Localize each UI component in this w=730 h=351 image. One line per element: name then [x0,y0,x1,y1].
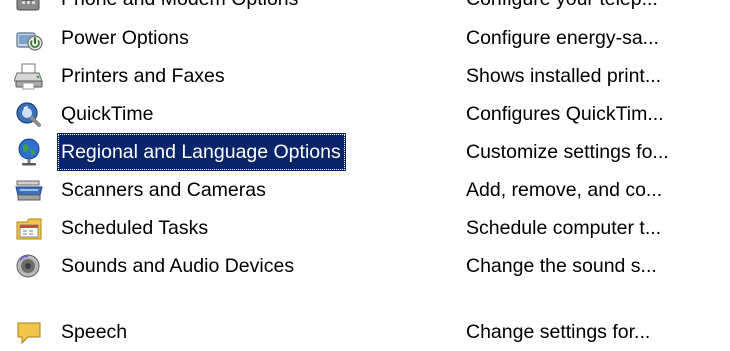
item-name: Power Options [61,27,189,49]
item-name: Scheduled Tasks [61,217,209,239]
item-name: Scanners and Cameras [61,179,266,201]
item-name: Sounds and Audio Devices [61,255,295,277]
list-item-sounds-audio[interactable]: Sounds and Audio Devices Change the soun… [0,247,730,285]
item-description: Configure energy-sa... [466,27,659,49]
item-name: QuickTime [61,103,154,125]
item-description: Shows installed print... [466,65,662,87]
item-name: Regional and Language Options [57,133,346,171]
speaker-icon [14,251,44,281]
list-item-speech[interactable]: Speech Change settings for... [0,313,730,351]
item-description: Customize settings fo... [466,141,669,163]
quicktime-icon [14,99,44,129]
item-name: Speech [61,321,128,343]
scanner-icon [14,175,44,205]
item-description: Change the sound s... [466,255,657,277]
speech-icon [14,317,44,347]
printer-icon [14,61,44,91]
phone-modem-icon [14,0,44,14]
list-item-power-options[interactable]: Power Options Configure energy-sa... [0,19,730,57]
control-panel-details-list: Phone and Modem Options Configure your t… [0,0,730,345]
power-options-icon [14,23,44,53]
item-name: Phone and Modem Options [57,0,303,18]
list-item-printers-faxes[interactable]: Printers and Faxes Shows installed print… [0,57,730,95]
list-item-scanners-cameras[interactable]: Scanners and Cameras Add, remove, and co… [0,171,730,209]
list-item-phone-modem[interactable]: Phone and Modem Options Configure your t… [0,0,730,18]
item-description: Configure your telep... [466,0,658,18]
item-description: Add, remove, and co... [466,179,663,201]
item-description: Schedule computer t... [466,217,662,239]
scheduled-tasks-icon [14,213,44,243]
item-description: Change settings for... [466,321,651,343]
item-description: Configures QuickTim... [466,103,664,125]
list-item-quicktime[interactable]: QuickTime Configures QuickTim... [0,95,730,133]
item-name: Printers and Faxes [61,65,225,87]
list-item-scheduled-tasks[interactable]: Scheduled Tasks Schedule computer t... [0,209,730,247]
globe-icon [14,137,44,167]
list-item-regional-language[interactable]: Regional and Language Options Customize … [0,133,730,171]
